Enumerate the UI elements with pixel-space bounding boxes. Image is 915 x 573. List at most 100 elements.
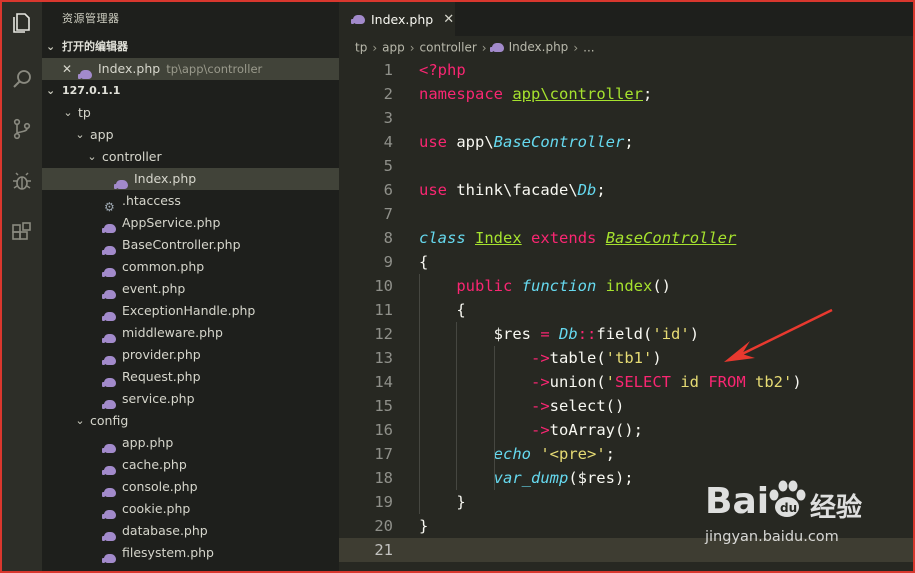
paw-logo: du bbox=[769, 480, 806, 517]
code-token: -> bbox=[530, 397, 550, 415]
tree-file[interactable]: filesystem.php bbox=[42, 542, 339, 564]
tree-file[interactable]: ⚙ .htaccess bbox=[42, 190, 339, 214]
explorer-icon[interactable] bbox=[7, 8, 37, 38]
tree-item-label: cookie.php bbox=[122, 501, 191, 516]
breadcrumb-item[interactable]: controller bbox=[420, 41, 477, 55]
code-token: select() bbox=[549, 397, 625, 415]
code-line[interactable]: 4 use app\BaseController; bbox=[339, 130, 913, 154]
php-file-icon bbox=[489, 42, 504, 52]
code-line[interactable]: 5 bbox=[339, 154, 913, 178]
code-token: Index bbox=[475, 229, 522, 247]
code-line[interactable]: 14 ->union('SELECT id FROM tb2') bbox=[339, 370, 913, 394]
tree-item-label: provider.php bbox=[122, 347, 201, 362]
tree-file[interactable]: AppService.php bbox=[42, 212, 339, 234]
tree-file[interactable]: event.php bbox=[42, 278, 339, 300]
code-token: field( bbox=[596, 325, 653, 343]
debug-icon[interactable] bbox=[7, 166, 37, 196]
tab-index-php[interactable]: Index.php ✕ bbox=[339, 2, 455, 36]
tree-file[interactable]: Index.php bbox=[42, 168, 339, 190]
code-line[interactable]: 9{ bbox=[339, 250, 913, 274]
tree-folder[interactable]: ⌄ config bbox=[42, 410, 339, 432]
line-number: 6 bbox=[383, 181, 393, 199]
code-token: BaseController bbox=[605, 229, 737, 247]
tree-file[interactable]: BaseController.php bbox=[42, 234, 339, 256]
code-token: -> bbox=[530, 373, 550, 391]
code-token: <?php bbox=[419, 61, 466, 79]
php-file-icon bbox=[102, 460, 116, 475]
code-line[interactable]: 8 class Index extends BaseController bbox=[339, 226, 913, 250]
code-line[interactable]: 16 ->toArray(); bbox=[339, 418, 913, 442]
code-line[interactable]: 1 <?php bbox=[339, 58, 913, 82]
tab-label: Index.php bbox=[371, 11, 434, 27]
workspace-header[interactable]: ⌄ 127.0.1.1 bbox=[42, 80, 339, 102]
breadcrumb-item[interactable]: ... bbox=[583, 41, 594, 55]
tree-item-label: middleware.php bbox=[122, 325, 223, 340]
code-token: FROM bbox=[708, 373, 746, 391]
code-token: } bbox=[419, 517, 429, 535]
gear-icon: ⚙ bbox=[104, 200, 115, 214]
code-text: class Index extends BaseController bbox=[419, 226, 736, 250]
code-line[interactable]: 15 ->select() bbox=[339, 394, 913, 418]
tree-item-label: ExceptionHandle.php bbox=[122, 303, 256, 318]
code-line[interactable]: 7 bbox=[339, 202, 913, 226]
breadcrumb-item[interactable]: app bbox=[382, 41, 405, 55]
close-icon[interactable]: ✕ bbox=[62, 58, 72, 80]
tree-file[interactable]: cookie.php bbox=[42, 498, 339, 520]
code-token: think\facade\ bbox=[447, 181, 578, 199]
code-token: toArray(); bbox=[549, 421, 643, 439]
tree-file[interactable]: provider.php bbox=[42, 344, 339, 366]
tree-item-label: common.php bbox=[122, 259, 205, 274]
tree-folder[interactable]: ⌄ app bbox=[42, 124, 339, 146]
php-file-icon bbox=[102, 438, 116, 453]
tab-bar: Index.php ✕ bbox=[339, 2, 913, 36]
tree-file[interactable]: database.php bbox=[42, 520, 339, 542]
breadcrumb-item[interactable]: tp bbox=[355, 41, 367, 55]
tree-item-label: database.php bbox=[122, 523, 208, 538]
tree-item-label: filesystem.php bbox=[122, 545, 214, 560]
breadcrumb-item[interactable]: Index.php bbox=[489, 36, 568, 58]
code-token: } bbox=[419, 493, 466, 511]
code-token: ; bbox=[624, 133, 634, 151]
code-token: echo bbox=[493, 445, 531, 463]
tree-file[interactable]: service.php bbox=[42, 388, 339, 410]
tree-file[interactable]: ExceptionHandle.php bbox=[42, 300, 339, 322]
code-text: ->select() bbox=[419, 394, 624, 418]
code-line[interactable]: 6 use think\facade\Db; bbox=[339, 178, 913, 202]
tree-item-label: config bbox=[90, 413, 129, 428]
code-token: class bbox=[419, 229, 466, 247]
tree-file[interactable]: common.php bbox=[42, 256, 339, 278]
baidu-watermark: Bai du 经验 jingyan.baidu.com bbox=[705, 475, 905, 555]
tree-file[interactable]: app.php bbox=[42, 432, 339, 454]
extensions-icon[interactable] bbox=[7, 218, 37, 248]
tree-file[interactable]: console.php bbox=[42, 476, 339, 498]
tree-folder[interactable]: ⌄ controller bbox=[42, 146, 339, 168]
sidebar-title: 资源管理器 bbox=[62, 12, 120, 25]
open-editor-item[interactable]: ✕ Index.php tp\app\controller bbox=[42, 58, 339, 80]
tree-item-label: app.php bbox=[122, 435, 174, 450]
code-token: union( bbox=[549, 373, 606, 391]
open-editor-path: tp\app\controller bbox=[166, 62, 263, 76]
tree-folder[interactable]: ⌄ tp bbox=[42, 102, 339, 124]
close-icon[interactable]: ✕ bbox=[443, 12, 454, 27]
tree-file[interactable]: middleware.php bbox=[42, 322, 339, 344]
open-editors-header[interactable]: ⌄ 打开的编辑器 bbox=[42, 36, 339, 58]
source-control-icon[interactable] bbox=[7, 114, 37, 144]
tree-file[interactable]: Request.php bbox=[42, 366, 339, 388]
code-line[interactable]: 10 public function index() bbox=[339, 274, 913, 298]
code-token: table( bbox=[549, 349, 606, 367]
code-token: ; bbox=[605, 445, 615, 463]
line-number: 3 bbox=[383, 109, 393, 127]
file-tree: ⌄ tp ⌄ app ⌄ controller Index.php ⚙ .htaccess App… bbox=[42, 102, 339, 564]
code-line[interactable]: 17 echo '<pre>'; bbox=[339, 442, 913, 466]
code-line[interactable]: 2 namespace app\controller; bbox=[339, 82, 913, 106]
code-line[interactable]: 3 bbox=[339, 106, 913, 130]
tree-file[interactable]: cache.php bbox=[42, 454, 339, 476]
search-icon[interactable] bbox=[7, 64, 37, 94]
php-file-icon bbox=[102, 328, 116, 343]
